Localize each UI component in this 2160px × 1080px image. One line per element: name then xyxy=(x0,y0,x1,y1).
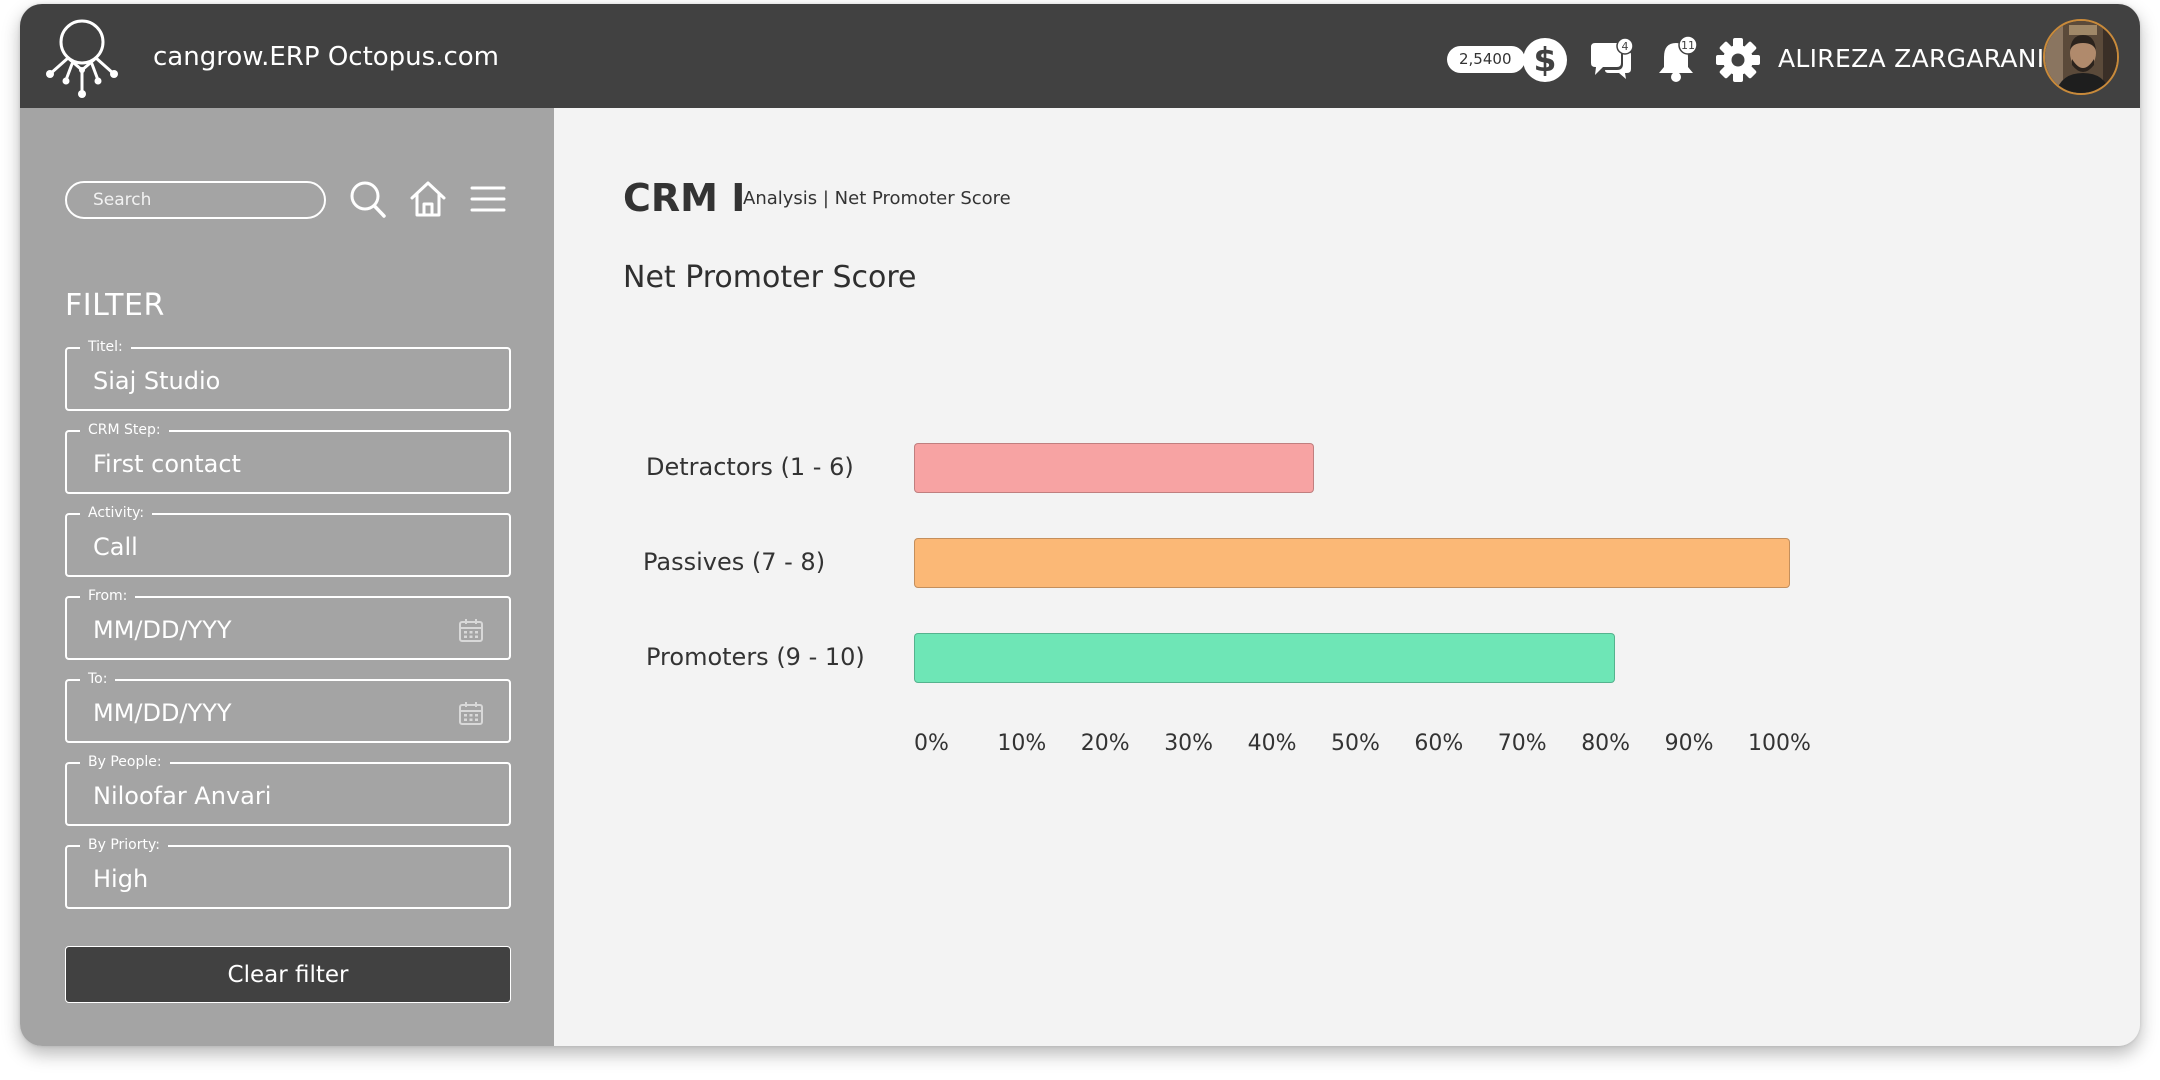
filter-field[interactable]: To: MM/DD/YYY xyxy=(65,671,511,743)
x-tick-label: 50% xyxy=(1331,731,1380,756)
bar-label: Detractors (1 - 6) xyxy=(646,453,854,481)
filter-field-label: From: xyxy=(80,588,136,604)
x-tick-label: 10% xyxy=(997,731,1047,756)
notifications-count: 11 xyxy=(1681,39,1695,52)
bar-label: Passives (7 - 8) xyxy=(643,548,826,576)
x-tick-label: 100% xyxy=(1748,731,1811,756)
search-input[interactable] xyxy=(65,181,326,219)
filter-field-label: CRM Step: xyxy=(80,422,169,438)
filter-field[interactable]: CRM Step: First contact xyxy=(65,422,511,494)
bar[interactable] xyxy=(914,443,1315,493)
messages-count: 4 xyxy=(1622,40,1629,53)
hamburger-menu-icon[interactable] xyxy=(470,184,506,214)
chat-icon[interactable]: 4 xyxy=(1587,37,1635,83)
filter-field-label: By Priorty: xyxy=(80,837,168,853)
avatar[interactable] xyxy=(2043,19,2119,95)
nps-bar-chart: Detractors (1 - 6) Passives (7 - 8) Promot… xyxy=(554,108,2140,1046)
home-icon[interactable] xyxy=(408,178,448,220)
bar-label: Promoters (9 - 10) xyxy=(646,643,865,671)
filter-field[interactable]: Activity: Call xyxy=(65,505,511,577)
dollar-icon[interactable]: $ xyxy=(1523,38,1567,82)
filter-field-value[interactable]: Niloofar Anvari xyxy=(93,782,271,810)
filter-field-value[interactable]: High xyxy=(93,865,148,893)
filter-field[interactable]: Titel: Siaj Studio xyxy=(65,339,511,411)
filter-field-label: Titel: xyxy=(80,339,131,355)
octopus-logo-icon[interactable] xyxy=(42,14,122,100)
bell-icon[interactable]: 11 xyxy=(1652,35,1700,85)
filter-field-label: To: xyxy=(80,671,116,687)
user-photo xyxy=(2045,21,2117,93)
filter-field[interactable]: By People: Niloofar Anvari xyxy=(65,754,511,826)
filter-field[interactable]: From: MM/DD/YYY xyxy=(65,588,511,660)
filter-field-value[interactable]: First contact xyxy=(93,450,241,478)
balance-badge[interactable]: 2,5400 xyxy=(1447,46,1525,73)
filter-field-value[interactable]: MM/DD/YYY xyxy=(93,616,232,644)
filter-field-label: By People: xyxy=(80,754,170,770)
x-tick-label: 30% xyxy=(1164,731,1214,756)
bar[interactable] xyxy=(914,538,1790,588)
calendar-icon[interactable] xyxy=(457,699,485,727)
top-bar: cangrow.ERP Octopus.com 2,5400 $ 4 11 AL… xyxy=(20,4,2140,108)
bar[interactable] xyxy=(914,633,1615,683)
app-window: cangrow.ERP Octopus.com 2,5400 $ 4 11 AL… xyxy=(20,4,2140,1046)
filter-field-value[interactable]: Siaj Studio xyxy=(93,367,220,395)
filter-field[interactable]: By Priorty: High xyxy=(65,837,511,909)
app-title: cangrow.ERP Octopus.com xyxy=(153,42,499,72)
x-tick-label: 40% xyxy=(1247,731,1297,756)
x-tick-label: 20% xyxy=(1080,731,1130,756)
x-tick-label: 70% xyxy=(1497,731,1547,756)
x-tick-label: 0% xyxy=(914,731,949,756)
filter-field-value[interactable]: Call xyxy=(93,533,138,561)
x-tick-label: 60% xyxy=(1414,731,1464,756)
calendar-icon[interactable] xyxy=(457,616,485,644)
filter-field-label: Activity: xyxy=(80,505,153,521)
filter-heading: FILTER xyxy=(65,288,165,323)
search-icon[interactable] xyxy=(348,178,388,222)
sidebar: FILTER Titel: Siaj Studio CRM Step: First c… xyxy=(20,108,554,1046)
gear-icon[interactable] xyxy=(1715,37,1761,83)
main-content: CRM I Analysis | Net Promoter Score Net … xyxy=(554,108,2140,1046)
clear-filter-button[interactable]: Clear filter xyxy=(65,946,511,1003)
x-tick-label: 80% xyxy=(1581,731,1631,756)
user-name[interactable]: ALIREZA ZARGARANI xyxy=(1778,44,2044,73)
filter-field-value[interactable]: MM/DD/YYY xyxy=(93,699,232,727)
x-tick-label: 90% xyxy=(1664,731,1714,756)
